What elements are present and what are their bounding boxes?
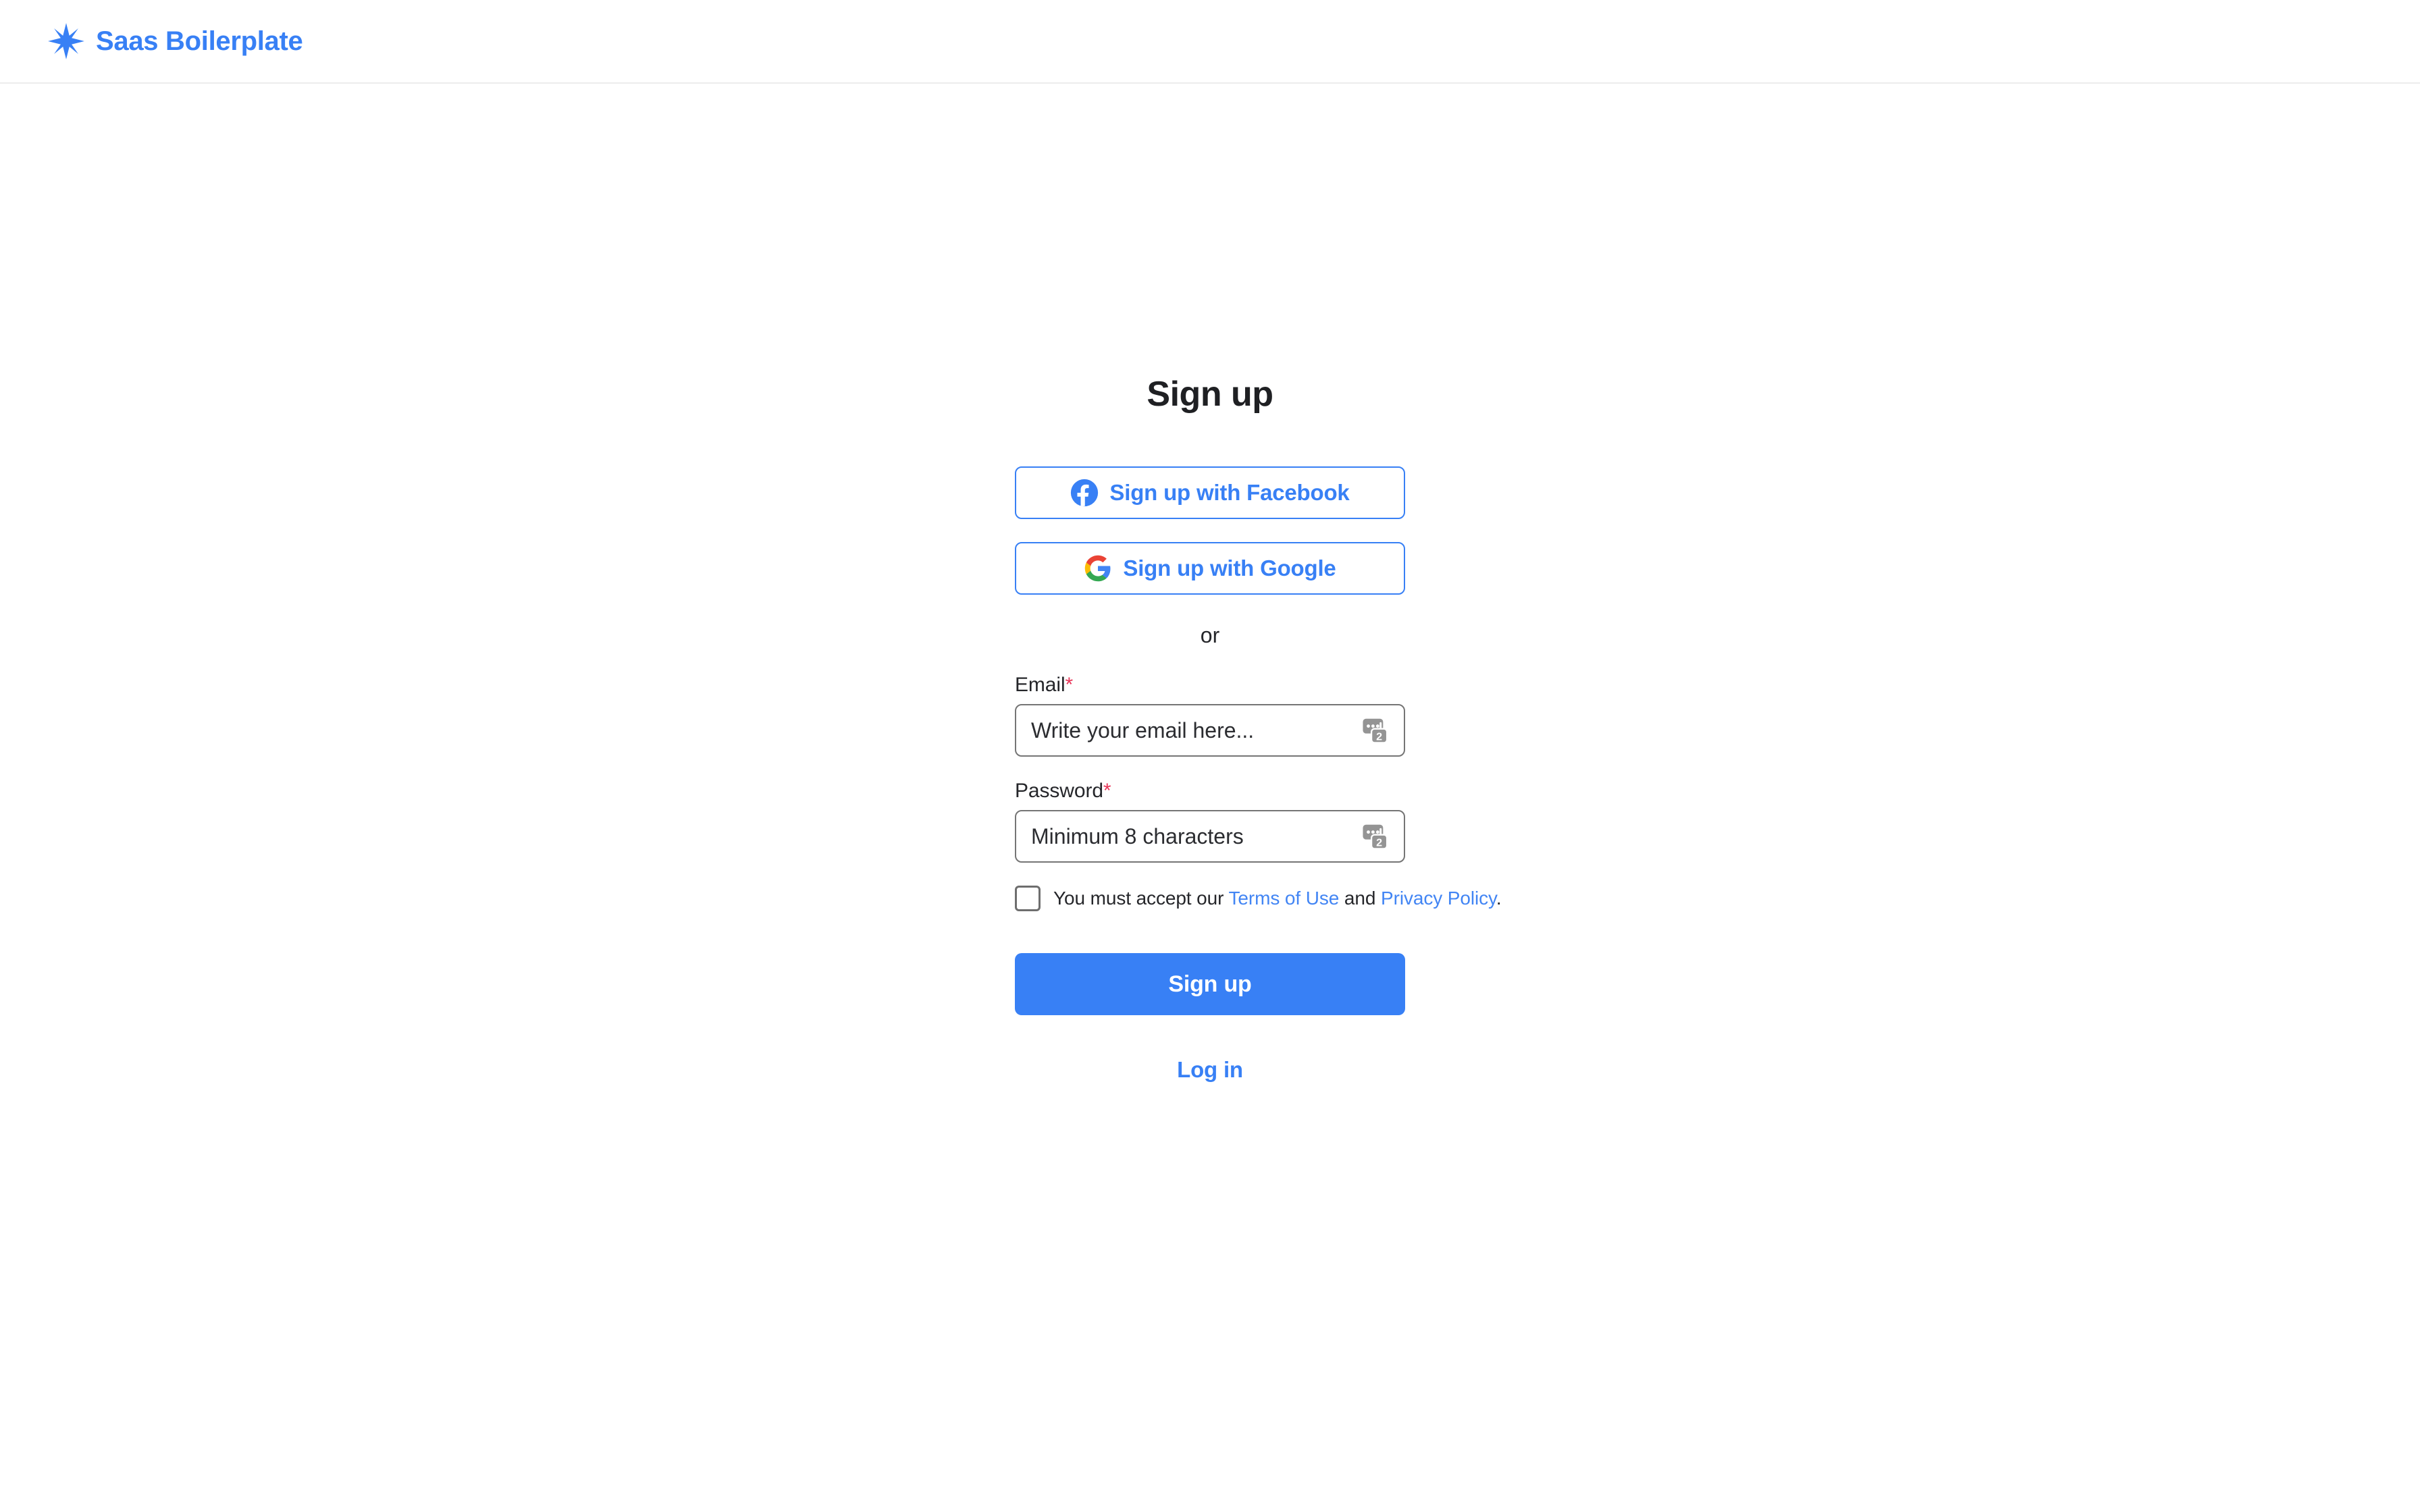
signup-with-google-button[interactable]: Sign up with Google (1015, 542, 1405, 595)
password-label-text: Password (1015, 780, 1103, 802)
email-label: Email* (1015, 674, 1405, 697)
brand-name: Saas Boilerplate (96, 26, 303, 56)
signup-with-google-label: Sign up with Google (1123, 556, 1336, 580)
facebook-icon (1071, 479, 1099, 507)
login-link[interactable]: Log in (1177, 1057, 1243, 1082)
terms-of-use-link[interactable]: Terms of Use (1229, 888, 1340, 909)
svg-text:2: 2 (1376, 836, 1382, 848)
email-label-text: Email (1015, 674, 1066, 696)
page-body: Sign up Sign up with Facebook Sign up wi… (0, 84, 2420, 1083)
password-label: Password* (1015, 780, 1405, 803)
divider-or-label: or (1200, 623, 1220, 647)
privacy-policy-link[interactable]: Privacy Policy (1381, 888, 1496, 909)
signup-form: Sign up Sign up with Facebook Sign up wi… (1015, 374, 1502, 1083)
password-required-marker: * (1103, 780, 1111, 802)
page-title: Sign up (1147, 375, 1273, 414)
password-manager-badge-icon[interactable]: 2 (1361, 715, 1392, 746)
signup-submit-button[interactable]: Sign up (1015, 953, 1405, 1015)
email-input[interactable] (1015, 704, 1405, 757)
divider-or: or (1015, 623, 1405, 648)
password-input[interactable] (1015, 810, 1405, 863)
terms-conjunction: and (1339, 888, 1382, 909)
terms-checkbox[interactable] (1015, 886, 1041, 911)
brand-logo-link[interactable]: Saas Boilerplate (47, 22, 303, 60)
email-field-group: Email* 2 (1015, 674, 1405, 757)
email-input-wrap: 2 (1015, 704, 1405, 757)
terms-acceptance-row: You must accept our Terms of Use and Pri… (1015, 886, 1502, 911)
terms-text: You must accept our Terms of Use and Pri… (1053, 888, 1502, 909)
terms-prefix: You must accept our (1053, 888, 1229, 909)
email-required-marker: * (1065, 674, 1074, 696)
svg-text:2: 2 (1376, 730, 1382, 742)
eight-point-star-sparkle-icon (48, 23, 84, 59)
terms-suffix: . (1496, 888, 1502, 909)
top-header: Saas Boilerplate (0, 0, 2420, 84)
google-icon (1085, 555, 1111, 582)
password-input-wrap: 2 (1015, 810, 1405, 863)
login-row: Log in (1015, 1057, 1405, 1083)
password-field-group: Password* 2 (1015, 780, 1405, 863)
signup-with-facebook-button[interactable]: Sign up with Facebook (1015, 466, 1405, 519)
signup-with-facebook-label: Sign up with Facebook (1109, 480, 1350, 505)
password-manager-badge-icon[interactable]: 2 (1361, 821, 1392, 852)
